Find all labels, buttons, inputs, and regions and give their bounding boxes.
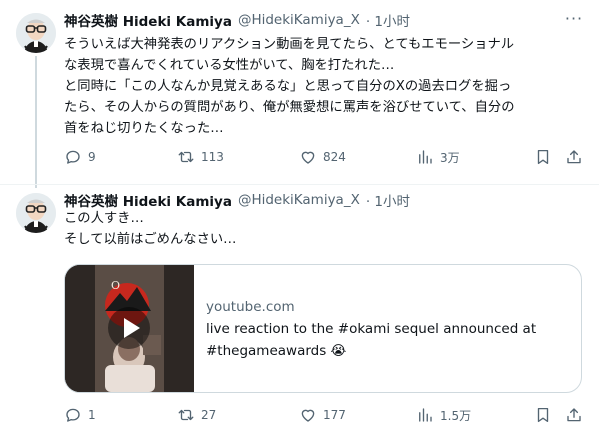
reply-count: 9	[88, 150, 96, 164]
tweet-text: そういえば大神発表のリアクション動画を見てたら、とてもエモーショナル な表現で喜…	[64, 34, 589, 139]
share-button[interactable]	[565, 405, 583, 425]
card-title-line: live reaction to the #okami sequel annou…	[206, 321, 537, 337]
repost-arrows-icon	[178, 409, 194, 421]
tweet-text-line: この人すき…	[64, 211, 144, 226]
avatar[interactable]	[16, 193, 56, 233]
author-name[interactable]: 神谷英樹 Hideki Kamiya	[64, 10, 232, 30]
bookmark-icon	[537, 149, 549, 165]
reply-bubble-icon	[66, 408, 80, 422]
link-preview-card[interactable]: O youtube.com live reaction to the #okam…	[64, 264, 582, 393]
avatar[interactable]	[16, 13, 56, 53]
avatar-image	[16, 13, 56, 53]
video-thumbnail[interactable]: O	[65, 265, 194, 392]
reply-bubble-icon	[66, 150, 80, 164]
bookmark-icon	[537, 407, 549, 423]
repost-button[interactable]: 113	[177, 147, 224, 167]
tweet-text-line: そして以前はごめんなさい…	[64, 232, 237, 247]
heart-icon	[301, 151, 315, 164]
views-button[interactable]: 3万	[416, 147, 460, 167]
heart-icon	[301, 409, 315, 422]
repost-count: 27	[201, 408, 217, 422]
svg-text:O: O	[111, 279, 120, 292]
card-text[interactable]: youtube.com live reaction to the #okami …	[206, 297, 566, 362]
tweet-text-line: そういえば大神発表のリアクション動画を見てたら、とてもエモーショナル	[64, 37, 515, 52]
tweet-text-line: 首をねじ切りたくなった…	[64, 121, 224, 136]
share-upload-icon	[567, 150, 581, 164]
tweet-actions: 1 27 177 1.5万	[64, 405, 589, 425]
bar-chart-icon	[419, 150, 432, 164]
bookmark-button[interactable]	[534, 405, 552, 425]
views-count: 1.5万	[440, 408, 472, 423]
tweet-text-line: な表現で喜んでくれている女性がいて、胸を打たれた…	[64, 58, 395, 73]
card-title: live reaction to the #okami sequel annou…	[206, 318, 566, 362]
tweet-text: この人すき… そして以前はごめんなさい…	[64, 208, 589, 250]
reply-button[interactable]: 1	[64, 405, 96, 425]
tweet-actions: 9 113 824 3万	[64, 147, 589, 167]
tweet-header: 神谷英樹 Hideki Kamiya @HidekiKamiya_X · 1小时	[64, 10, 410, 30]
repost-count: 113	[201, 150, 224, 164]
like-button[interactable]: 177	[299, 405, 346, 425]
like-count: 824	[323, 150, 346, 164]
author-handle[interactable]: @HidekiKamiya_X	[238, 12, 360, 28]
author-handle[interactable]: @HidekiKamiya_X	[238, 192, 360, 208]
thread-connector-line	[35, 56, 37, 188]
reply-count: 1	[88, 408, 96, 422]
like-button[interactable]: 824	[299, 147, 346, 167]
tweet-header: 神谷英樹 Hideki Kamiya @HidekiKamiya_X · 1小时	[64, 190, 410, 210]
tweet-1[interactable]: 神谷英樹 Hideki Kamiya @HidekiKamiya_X · 1小时…	[0, 0, 599, 188]
tweet-time[interactable]: · 1小时	[366, 10, 410, 30]
tweet-text-line: と同時に「この人なんか見覚えあるな」と思って自分のXの過去ログを掘っ	[64, 79, 512, 94]
repost-button[interactable]: 27	[177, 405, 216, 425]
repost-arrows-icon	[178, 151, 194, 163]
share-upload-icon	[567, 408, 581, 422]
bar-chart-icon	[419, 408, 432, 422]
card-domain: youtube.com	[206, 299, 295, 315]
reply-button[interactable]: 9	[64, 147, 96, 167]
bookmark-button[interactable]	[534, 147, 552, 167]
like-count: 177	[323, 408, 346, 422]
share-button[interactable]	[565, 147, 583, 167]
tweet-text-line: たら、その人からの質問があり、俺が無愛想に罵声を浴びせていて、自分の	[64, 100, 515, 115]
views-button[interactable]: 1.5万	[416, 405, 471, 425]
card-title-line: #thegameawards 😭	[206, 343, 347, 359]
more-horizontal-icon: ···	[564, 8, 584, 28]
tweet-2[interactable]: 神谷英樹 Hideki Kamiya @HidekiKamiya_X · 1小时…	[0, 185, 599, 435]
author-name[interactable]: 神谷英樹 Hideki Kamiya	[64, 190, 232, 210]
avatar-image	[16, 193, 56, 233]
tweet-time[interactable]: · 1小时	[366, 190, 410, 210]
play-icon[interactable]	[107, 306, 151, 350]
more-options-button[interactable]: ···	[563, 8, 585, 28]
views-count: 3万	[440, 150, 460, 165]
